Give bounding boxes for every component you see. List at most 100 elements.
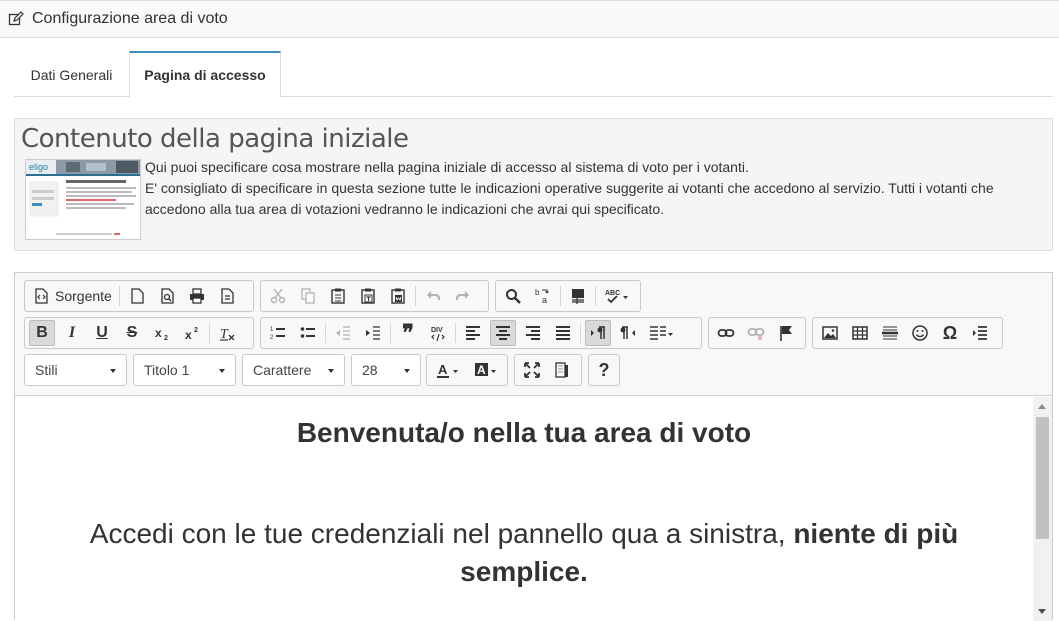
preview-icon[interactable] [154,283,180,309]
copy-icon[interactable] [295,283,321,309]
scroll-down-arrow-icon[interactable] [1038,609,1046,614]
align-justify-icon[interactable] [550,320,576,346]
tab-pagina-di-accesso[interactable]: Pagina di accesso [129,51,281,98]
toolbar-separator [455,323,456,343]
redo-icon[interactable] [450,283,476,309]
svg-text:A: A [438,362,448,377]
language-icon[interactable] [645,320,677,346]
toolbar-separator [580,323,581,343]
toolbar-group-document: Sorgente [24,280,254,312]
show-blocks-icon[interactable] [549,357,575,383]
content-text-normal: Accedi con le tue credenziali nel pannel… [89,518,794,549]
create-div-icon[interactable]: DIV [425,320,451,346]
toolbar-group-colors: A A [426,354,508,386]
svg-text:DIV: DIV [431,327,443,334]
chevron-down-icon [404,369,410,373]
svg-text:ABC: ABC [605,290,620,297]
anchor-flag-icon[interactable] [773,320,799,346]
toolbar-group-links [708,317,806,349]
align-center-icon[interactable] [490,320,516,346]
toolbar-separator [209,323,210,343]
toolbar-separator [118,286,120,306]
paste-icon[interactable] [325,283,351,309]
info-paragraph: Qui puoi specificare cosa mostrare nella… [145,159,749,175]
select-all-icon[interactable] [565,283,591,309]
strikethrough-button[interactable]: S [119,320,145,346]
table-icon[interactable] [847,320,873,346]
content-paragraph: Accedi con le tue credenziali nel pannel… [55,515,993,591]
unlink-icon[interactable] [743,320,769,346]
font-select[interactable]: Carattere [242,354,345,386]
chevron-down-icon [110,369,116,373]
subscript-icon[interactable]: x2 [149,320,175,346]
undo-icon[interactable] [420,283,446,309]
svg-text:b: b [535,288,540,297]
align-left-icon[interactable] [460,320,486,346]
tab-dati-generali[interactable]: Dati Generali [14,51,129,97]
indent-icon[interactable] [360,320,386,346]
smiley-icon[interactable] [907,320,933,346]
bold-button[interactable]: B [29,320,55,346]
remove-format-icon[interactable]: T [214,320,240,346]
svg-text:2: 2 [270,335,274,341]
panel-title: Configurazione area di voto [32,10,228,27]
edit-icon [8,11,24,27]
horizontal-rule-icon[interactable] [877,320,903,346]
replace-icon[interactable]: ba [530,283,556,309]
info-title: Contenuto della pagina iniziale [21,124,409,154]
page-break-icon[interactable] [967,320,993,346]
editor-content[interactable]: Benvenuta/o nella tua area di voto Acced… [15,397,1033,621]
info-paragraph: E' consigliato di specificare in questa … [145,180,994,217]
find-icon[interactable] [500,283,526,309]
svg-text:eligo: eligo [29,162,48,172]
toolbar-group-editing: ba ABC [495,280,641,312]
font-size-select-value: 28 [362,362,378,378]
text-rtl-icon[interactable] [615,320,641,346]
image-icon[interactable] [817,320,843,346]
help-button[interactable]: ? [594,357,614,383]
toolbar-separator [415,286,416,306]
special-char-icon[interactable]: Ω [937,320,963,346]
text-ltr-icon[interactable] [585,320,611,346]
styles-select[interactable]: Stili [24,354,127,386]
underline-button[interactable]: U [89,320,115,346]
toolbar-group-paragraph: 12 ❞ DIV [260,317,702,349]
background-color-icon[interactable]: A [469,357,503,383]
new-page-icon[interactable] [124,283,150,309]
link-icon[interactable] [713,320,739,346]
toolbar-separator [390,323,391,343]
source-button[interactable]: Sorgente [29,283,115,309]
numbered-list-icon[interactable]: 12 [265,320,291,346]
superscript-icon[interactable]: x2 [179,320,205,346]
align-right-icon[interactable] [520,320,546,346]
cut-icon[interactable] [265,283,291,309]
tab-bar: Dati Generali Pagina di accesso [14,51,1053,98]
chevron-down-icon [328,369,334,373]
panel-header: Configurazione area di voto [0,0,1059,38]
italic-button[interactable]: I [59,320,85,346]
print-icon[interactable] [184,283,210,309]
toolbar-group-insert: Ω [812,317,1003,349]
text-color-icon[interactable]: A [431,357,465,383]
blockquote-icon[interactable]: ❞ [395,320,421,346]
toolbar-group-tools [514,354,582,386]
preview-thumbnail: eligo [25,159,141,240]
scroll-up-arrow-icon[interactable] [1038,404,1046,409]
toolbar-group-clipboard [260,280,489,312]
editor-scrollbar[interactable] [1033,397,1052,621]
font-size-select[interactable]: 28 [351,354,421,386]
paste-word-icon[interactable] [385,283,411,309]
source-label: Sorgente [55,288,112,304]
maximize-icon[interactable] [519,357,545,383]
scrollbar-thumb[interactable] [1036,417,1049,539]
bulleted-list-icon[interactable] [295,320,321,346]
styles-select-value: Stili [35,362,58,378]
outdent-icon[interactable] [330,320,356,346]
format-select[interactable]: Titolo 1 [133,354,236,386]
toolbar-separator [325,323,326,343]
svg-text:2: 2 [194,327,198,334]
toolbar-group-basicstyles: B I U S x2 x2 T [24,317,254,349]
templates-icon[interactable] [214,283,240,309]
paste-text-icon[interactable] [355,283,381,309]
spellcheck-icon[interactable]: ABC [600,283,634,309]
